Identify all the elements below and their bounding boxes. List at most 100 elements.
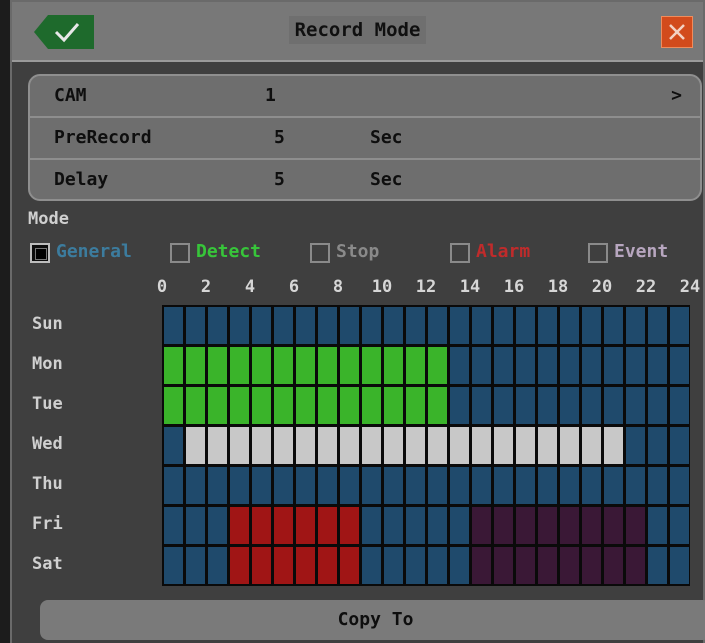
schedule-cell[interactable] (494, 427, 513, 464)
schedule-cell[interactable] (538, 547, 557, 584)
schedule-cell[interactable] (626, 387, 645, 424)
schedule-cell[interactable] (450, 307, 469, 344)
schedule-cell[interactable] (516, 387, 535, 424)
schedule-cell[interactable] (186, 347, 205, 384)
schedule-cell[interactable] (472, 547, 491, 584)
schedule-cell[interactable] (428, 387, 447, 424)
schedule-cell[interactable] (164, 547, 183, 584)
event-checkbox[interactable] (588, 243, 608, 263)
schedule-cell[interactable] (494, 507, 513, 544)
schedule-cell[interactable] (252, 387, 271, 424)
prerecord-row[interactable]: PreRecord 5 Sec (30, 116, 700, 158)
detect-checkbox[interactable] (170, 243, 190, 263)
schedule-cell[interactable] (648, 467, 667, 504)
schedule-cell[interactable] (626, 427, 645, 464)
schedule-cell[interactable] (560, 547, 579, 584)
schedule-cell[interactable] (648, 507, 667, 544)
schedule-cell[interactable] (538, 347, 557, 384)
schedule-cell[interactable] (450, 507, 469, 544)
schedule-cell[interactable] (296, 347, 315, 384)
schedule-cell[interactable] (516, 307, 535, 344)
schedule-cell[interactable] (208, 507, 227, 544)
schedule-cell[interactable] (252, 427, 271, 464)
schedule-cell[interactable] (406, 427, 425, 464)
schedule-cell[interactable] (516, 467, 535, 504)
schedule-cell[interactable] (384, 427, 403, 464)
schedule-cell[interactable] (582, 427, 601, 464)
schedule-cell[interactable] (296, 307, 315, 344)
schedule-cell[interactable] (164, 347, 183, 384)
schedule-cell[interactable] (582, 387, 601, 424)
schedule-cell[interactable] (604, 467, 623, 504)
schedule-cell[interactable] (472, 467, 491, 504)
schedule-cell[interactable] (186, 387, 205, 424)
schedule-cell[interactable] (164, 387, 183, 424)
schedule-cell[interactable] (384, 507, 403, 544)
schedule-cell[interactable] (164, 307, 183, 344)
schedule-cell[interactable] (384, 307, 403, 344)
schedule-cell[interactable] (384, 347, 403, 384)
schedule-cell[interactable] (582, 547, 601, 584)
schedule-cell[interactable] (252, 467, 271, 504)
schedule-cell[interactable] (626, 507, 645, 544)
schedule-cell[interactable] (604, 507, 623, 544)
schedule-cell[interactable] (296, 547, 315, 584)
schedule-cell[interactable] (340, 547, 359, 584)
schedule-cell[interactable] (428, 547, 447, 584)
schedule-cell[interactable] (582, 307, 601, 344)
schedule-cell[interactable] (582, 467, 601, 504)
schedule-cell[interactable] (428, 507, 447, 544)
schedule-cell[interactable] (560, 387, 579, 424)
schedule-cell[interactable] (494, 307, 513, 344)
schedule-cell[interactable] (296, 507, 315, 544)
schedule-cell[interactable] (340, 307, 359, 344)
schedule-cell[interactable] (472, 307, 491, 344)
schedule-cell[interactable] (318, 547, 337, 584)
schedule-cell[interactable] (340, 427, 359, 464)
prerecord-value[interactable]: 5 (274, 127, 285, 148)
schedule-cell[interactable] (450, 547, 469, 584)
schedule-cell[interactable] (186, 507, 205, 544)
schedule-cell[interactable] (472, 427, 491, 464)
schedule-cell[interactable] (582, 347, 601, 384)
schedule-cell[interactable] (230, 427, 249, 464)
schedule-cell[interactable] (450, 387, 469, 424)
schedule-cell[interactable] (274, 547, 293, 584)
schedule-cell[interactable] (582, 507, 601, 544)
alarm-checkbox[interactable] (450, 243, 470, 263)
schedule-cell[interactable] (450, 427, 469, 464)
schedule-cell[interactable] (230, 467, 249, 504)
copy-to-button[interactable]: Copy To (40, 600, 705, 640)
schedule-cell[interactable] (208, 427, 227, 464)
schedule-cell[interactable] (406, 347, 425, 384)
schedule-cell[interactable] (538, 467, 557, 504)
schedule-cell[interactable] (208, 307, 227, 344)
schedule-cell[interactable] (626, 347, 645, 384)
schedule-cell[interactable] (626, 467, 645, 504)
schedule-cell[interactable] (670, 467, 689, 504)
schedule-cell[interactable] (450, 467, 469, 504)
schedule-cell[interactable] (604, 347, 623, 384)
schedule-cell[interactable] (208, 387, 227, 424)
schedule-cell[interactable] (208, 547, 227, 584)
schedule-cell[interactable] (164, 507, 183, 544)
schedule-cell[interactable] (560, 307, 579, 344)
schedule-cell[interactable] (252, 347, 271, 384)
schedule-cell[interactable] (164, 427, 183, 464)
schedule-cell[interactable] (516, 547, 535, 584)
schedule-cell[interactable] (560, 347, 579, 384)
schedule-cell[interactable] (538, 507, 557, 544)
schedule-cell[interactable] (230, 347, 249, 384)
schedule-cell[interactable] (428, 427, 447, 464)
schedule-cell[interactable] (208, 467, 227, 504)
schedule-cell[interactable] (670, 307, 689, 344)
schedule-cell[interactable] (362, 467, 381, 504)
schedule-cell[interactable] (626, 307, 645, 344)
schedule-cell[interactable] (670, 547, 689, 584)
schedule-cell[interactable] (406, 387, 425, 424)
schedule-cell[interactable] (362, 387, 381, 424)
schedule-cell[interactable] (648, 347, 667, 384)
schedule-cell[interactable] (384, 467, 403, 504)
schedule-cell[interactable] (296, 387, 315, 424)
schedule-cell[interactable] (186, 547, 205, 584)
